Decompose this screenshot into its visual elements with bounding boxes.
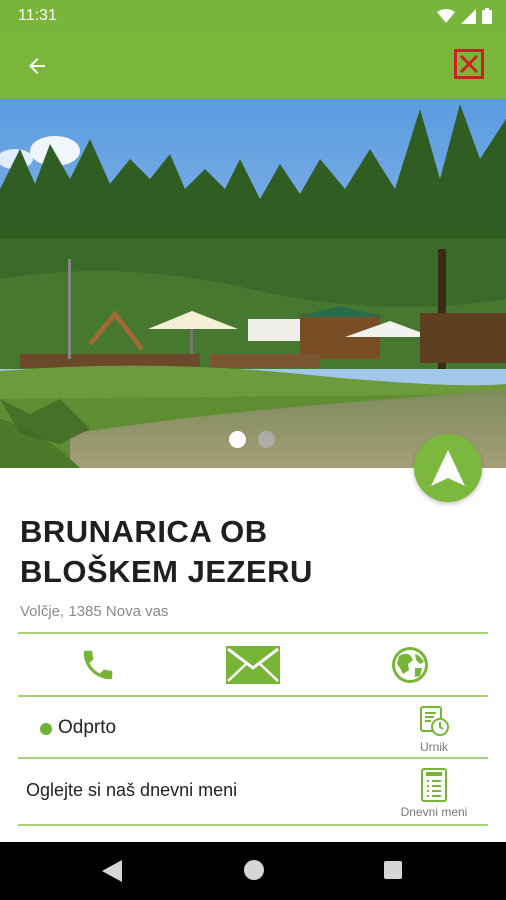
daily-menu-text: Oglejte si naš dnevni meni [26,780,238,800]
open-status-dot [40,723,52,735]
envelope-icon [226,646,280,684]
carousel-dot-1[interactable] [229,431,246,448]
app-bar [0,32,506,99]
divider [18,632,488,634]
daily-menu-button[interactable]: Dnevni meni [394,768,474,819]
system-nav-bar [0,842,506,900]
contact-actions [18,636,488,694]
venue-title: BRUNARICA OB BLOŠKEM JEZERU [20,514,313,589]
carousel-dot-2[interactable] [258,431,275,448]
nav-home-icon[interactable] [244,860,264,880]
daily-menu-label: Dnevni meni [400,805,468,819]
signal-icon [461,8,476,24]
schedule-label: Urnik [419,740,448,754]
status-time: 11:31 [18,7,57,24]
arrow-left-icon [29,58,45,74]
phone-icon [83,650,113,680]
hero-photo [0,99,506,468]
nav-recents-icon[interactable] [384,861,402,879]
email-button[interactable] [213,636,293,694]
website-button[interactable] [370,636,450,694]
close-button[interactable] [454,49,484,79]
content-bottom [0,826,506,842]
wifi-icon [437,8,455,23]
schedule-clock-icon [420,706,449,736]
battery-icon [482,8,492,24]
hero-image-carousel[interactable] [0,99,506,468]
divider [18,757,488,759]
schedule-button[interactable]: Urnik [394,705,474,754]
back-button[interactable] [20,49,54,83]
nav-back-icon[interactable] [102,860,122,882]
status-icons [437,8,492,24]
venue-address: Volčje, 1385 Nova vas [20,603,169,620]
navigation-arrow-icon [431,450,465,486]
daily-menu-row: Oglejte si naš dnevni meni Dnevni meni [18,760,488,824]
globe-icon [392,647,428,683]
close-icon [454,49,484,79]
carousel-indicator [229,431,275,448]
open-status-label: Odprto [58,717,117,738]
status-bar: 11:31 [0,0,506,32]
menu-list-icon [421,768,447,802]
opening-hours-row: Odprto Urnik [18,697,488,757]
call-button[interactable] [58,636,138,694]
navigate-button[interactable] [414,434,482,502]
